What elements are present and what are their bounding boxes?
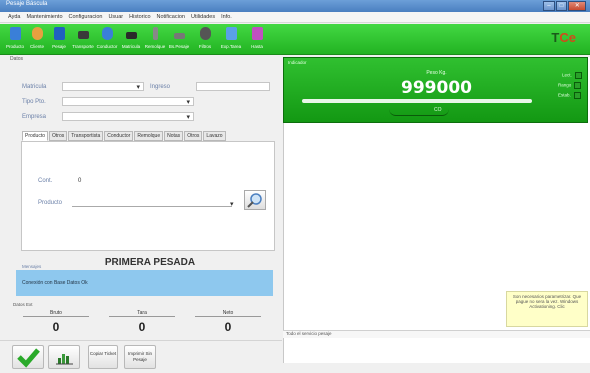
bruto-column: Bruto 0 <box>23 310 89 336</box>
tipo-dropdown[interactable] <box>62 97 194 106</box>
neto-column: Neto 0 <box>195 310 261 336</box>
indicator-track <box>302 99 532 103</box>
peso-label: Peso Kg. <box>426 70 447 76</box>
peso-value: 999000 <box>401 78 472 98</box>
minimize-button[interactable]: – <box>543 1 555 11</box>
toolbar-hasta-button[interactable]: Hasta <box>246 26 268 52</box>
menu-utilidades[interactable]: Utilidades <box>191 14 215 20</box>
scale-display: Indicador Peso Kg. 999000 CO Lect. Rango… <box>283 57 588 123</box>
toolbar-matricula-button[interactable]: Matricula <box>120 26 142 52</box>
weights-panel: Datos Ext Bruto 0 Tara 0 Neto 0 <box>13 302 271 338</box>
menu-bar: Ayda Mantenimiento Configuracion Usuar H… <box>0 12 590 23</box>
copiar-ticket-button[interactable]: Copiar Ticket <box>88 345 118 369</box>
toolbar-remolque-button[interactable]: Remolque <box>144 26 166 52</box>
toolbar-exptarea-button[interactable]: Exp.Tarea <box>220 26 242 52</box>
bruto-value: 0 <box>52 320 60 334</box>
menu-mantenimiento[interactable]: Mantenimiento <box>26 14 62 20</box>
bottom-action-bar: Copiar Ticket Imprimir Sin Pesaje <box>0 340 282 373</box>
report-icon <box>252 27 263 40</box>
matricula-label: Matricula <box>22 84 47 90</box>
export-icon <box>226 27 237 40</box>
toolbar-conductor-button[interactable]: Conductor <box>96 26 118 52</box>
primera-pesada-label: PRIMERA PESADA <box>104 257 196 268</box>
producto-field[interactable] <box>72 206 232 207</box>
empresa-label: Empresa <box>22 114 47 120</box>
accept-button[interactable] <box>12 345 44 369</box>
tab-lavazo[interactable]: Lavazo <box>203 131 226 141</box>
title-bar: Pesaje Báscula – □ ✕ <box>0 0 590 12</box>
menu-ayuda[interactable]: Ayda <box>8 14 20 20</box>
tara-value: 0 <box>138 320 146 334</box>
client-icon <box>32 27 43 40</box>
matricula-dropdown[interactable] <box>62 82 144 91</box>
tab-notas[interactable]: Notas <box>164 131 184 141</box>
tab-panel: Cont. 0 Producto ▾ <box>21 141 275 251</box>
toolbar-bspesaje-button[interactable]: Bs.Pesaje <box>168 26 190 52</box>
tipo-label: Tipo Pto. <box>22 99 46 105</box>
tab-remolque[interactable]: Remolque <box>134 131 164 141</box>
truck-icon <box>78 31 89 39</box>
menu-configuracion[interactable]: Configuracion <box>69 14 103 20</box>
cont-value: 0 <box>78 178 82 184</box>
menu-historico[interactable]: Historico <box>129 14 150 20</box>
message-text: Conexión con Base Datos Ok <box>22 280 88 286</box>
cont-label: Cont. <box>38 178 53 184</box>
status-bar: Todo el servicio pesaje <box>283 330 590 338</box>
filter-icon <box>200 27 211 40</box>
tab-conductor[interactable]: Conductor <box>104 131 134 141</box>
tab-transportista[interactable]: Transportista <box>68 131 104 141</box>
weigh-icon <box>54 27 65 40</box>
status-square-icon <box>574 82 582 89</box>
status-estab: Estab. <box>558 92 581 99</box>
empresa-dropdown[interactable] <box>62 112 194 121</box>
search-product-button[interactable] <box>244 190 266 210</box>
indicator-label: CO <box>434 107 442 113</box>
status-lect: Lect. <box>562 72 582 79</box>
search-icon <box>174 33 185 39</box>
toolbar-filtros-button[interactable]: Filtros <box>194 26 216 52</box>
status-square-icon <box>573 92 581 99</box>
activation-tooltip[interactable]: Son necesarios parametrizar. Que pague n… <box>506 291 588 327</box>
section-title: Datos <box>10 56 24 62</box>
window-title: Pesaje Báscula <box>6 1 48 7</box>
detail-tabs: Producto Otros Transportista Conductor R… <box>22 131 227 141</box>
maximize-button[interactable]: □ <box>555 1 568 11</box>
neto-value: 0 <box>224 320 232 334</box>
menu-usuarios[interactable]: Usuar <box>108 14 123 20</box>
main-toolbar: Producto Cliente Pesaje Transporte Condu… <box>0 24 590 55</box>
trailer-icon <box>153 27 158 40</box>
close-button[interactable]: ✕ <box>568 1 586 11</box>
ingreso-field[interactable] <box>196 82 270 91</box>
tab-otros[interactable]: Otros <box>49 131 68 141</box>
chart-button[interactable] <box>48 345 80 369</box>
chart-icon <box>56 354 73 365</box>
menu-notificacion[interactable]: Notificacion <box>157 14 185 20</box>
check-icon <box>17 348 40 368</box>
producto-label: Producto <box>38 200 63 206</box>
product-icon <box>10 27 21 40</box>
ingreso-label: Ingreso <box>150 84 171 90</box>
status-rango: Rango <box>558 82 582 89</box>
status-square-icon <box>574 72 582 79</box>
message-label: Mensajes <box>22 264 42 269</box>
tab-producto[interactable]: Producto <box>22 131 49 141</box>
chevron-down-icon[interactable]: ▾ <box>230 200 234 208</box>
window-controls: – □ ✕ <box>542 1 586 11</box>
message-box: Mensajes Conexión con Base Datos Ok <box>16 264 273 296</box>
tab-otros-2[interactable]: Otros <box>184 131 203 141</box>
toolbar-transporte-button[interactable]: Transporte <box>72 26 94 52</box>
display-title: Indicador <box>288 60 307 65</box>
imprimir-sin-pesaje-button[interactable]: Imprimir Sin Pesaje <box>124 345 156 369</box>
company-logo: TCe <box>551 30 576 45</box>
plate-icon <box>126 32 137 39</box>
menu-info[interactable]: Info. <box>221 14 232 20</box>
weights-title: Datos Ext <box>13 302 33 307</box>
toolbar-pesaje-button[interactable]: Pesaje <box>48 26 70 52</box>
magnifier-icon <box>247 193 262 208</box>
tara-column: Tara 0 <box>109 310 175 336</box>
driver-icon <box>102 27 113 40</box>
